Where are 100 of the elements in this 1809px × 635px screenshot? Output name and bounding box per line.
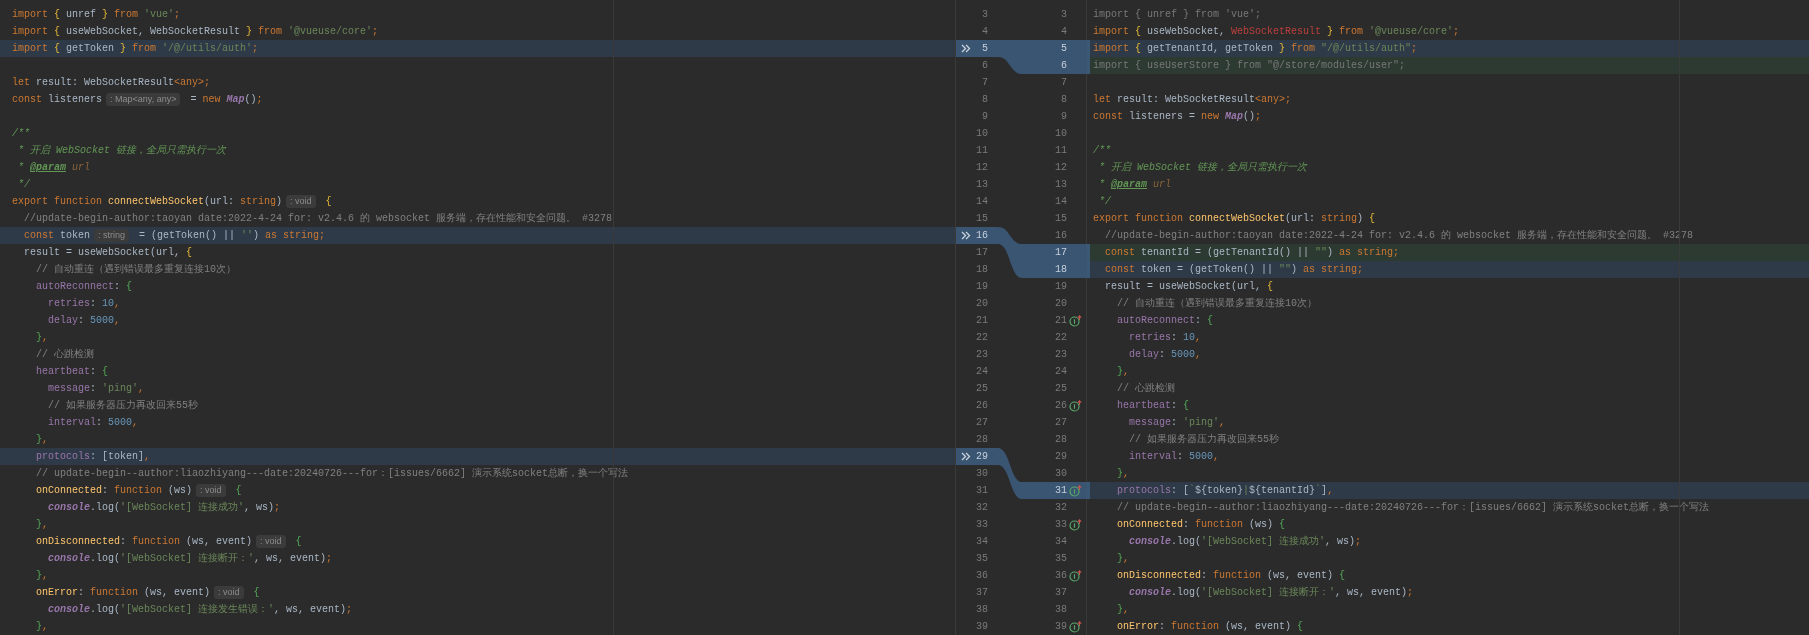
- code-text: export function connectWebSocket(url: string): [12, 195, 283, 209]
- code-text: retries: 10,: [47, 297, 121, 311]
- line-number: 38: [976, 603, 988, 617]
- line-number: 7: [1060, 76, 1067, 90]
- line-number: 35: [976, 552, 988, 566]
- line-number: 12: [1054, 161, 1067, 175]
- line-number: 28: [976, 433, 988, 447]
- line-number: 29: [976, 450, 988, 464]
- code-text: protocols: [`${token}|${tenantId}`],: [1116, 483, 1334, 498]
- code-text: // 心跳检测: [35, 347, 94, 362]
- code-text: protocols: [token],: [35, 450, 151, 464]
- code-text: {: [324, 195, 332, 209]
- line-number: 18: [1054, 263, 1067, 277]
- line-number: 34: [976, 535, 988, 549]
- line-number: 24: [1054, 365, 1067, 379]
- line-number: 15: [976, 212, 988, 226]
- code-text: interval: 5000,: [47, 416, 139, 430]
- line-number: 16: [976, 229, 988, 243]
- code-text: = new Map();: [189, 93, 263, 107]
- code-text: /**: [1093, 144, 1111, 158]
- code-text: },: [1116, 603, 1130, 617]
- line-number: 25: [1054, 382, 1067, 396]
- line-number: 31: [1054, 484, 1067, 498]
- code-text: },: [1116, 365, 1130, 379]
- line-number: 34: [1054, 535, 1067, 549]
- line-number: 14: [1054, 195, 1067, 209]
- line-number: 4: [1060, 25, 1067, 39]
- line-number: 10: [1054, 127, 1067, 141]
- line-number: 21: [1054, 314, 1067, 328]
- type-hint: : void: [256, 535, 286, 548]
- code-text: onDisconnected: function (ws, event): [35, 535, 253, 549]
- code-text: const listeners = new Map();: [1093, 110, 1262, 124]
- code-text: autoReconnect: {: [35, 280, 133, 294]
- code-text: message: 'ping',: [1128, 416, 1226, 430]
- implementation-marker[interactable]: [1068, 314, 1082, 327]
- line-number: 32: [1054, 501, 1067, 515]
- line-number: 28: [1054, 433, 1067, 447]
- line-number: 8: [1060, 93, 1067, 107]
- double-chevron-icon: [961, 44, 971, 53]
- code-text: {: [294, 535, 302, 549]
- type-hint: : void: [196, 484, 226, 497]
- code-text: import { getToken } from '/@/utils/auth';: [12, 42, 259, 56]
- line-number: 9: [1060, 110, 1067, 124]
- code-text: },: [35, 620, 49, 634]
- line-number: 27: [1054, 416, 1067, 430]
- implementation-marker[interactable]: [1068, 399, 1082, 412]
- type-hint: : Map<any, any>: [106, 93, 181, 106]
- code-text: interval: 5000,: [1128, 450, 1220, 464]
- code-text: },: [1116, 467, 1130, 481]
- code-text: //update-begin-author:taoyan date:2022-4-24 for: v2.4.6 的 websocket 服务端，存在性能和安全问题。 #3278: [23, 211, 613, 226]
- code-text: const token: [23, 229, 91, 243]
- code-text: heartbeat: {: [35, 365, 109, 379]
- line-number: 39: [976, 620, 988, 634]
- code-text: = (getToken() || '') as string;: [138, 229, 326, 243]
- implementation-marker[interactable]: [1068, 518, 1082, 531]
- code-text: delay: 5000,: [47, 314, 121, 328]
- line-number: 20: [1054, 297, 1067, 311]
- code-text: const tenantId = (getTenantId() || "") as string;: [1104, 246, 1400, 260]
- line-number: 26: [1054, 399, 1067, 413]
- line-number: 26: [976, 399, 988, 413]
- implementation-marker[interactable]: [1068, 484, 1082, 497]
- code-text: import { unref } from 'vue';: [12, 8, 181, 22]
- implementation-marker[interactable]: [1068, 620, 1082, 633]
- code-text: },: [35, 569, 49, 583]
- code-text: {: [234, 484, 242, 498]
- line-number: 17: [1054, 246, 1067, 260]
- line-number: 31: [976, 484, 988, 498]
- code-text: result = useWebSocket(url, {: [23, 246, 193, 260]
- code-text: delay: 5000,: [1128, 348, 1202, 362]
- implementation-marker[interactable]: [1068, 569, 1082, 582]
- code-text: },: [35, 518, 49, 532]
- type-hint: : string: [94, 229, 130, 242]
- code-text: onDisconnected: function (ws, event) {: [1116, 569, 1346, 583]
- line-number: 7: [981, 76, 988, 90]
- line-number: 23: [976, 348, 988, 362]
- code-text: // 心跳检测: [1116, 381, 1175, 396]
- line-number: 3: [981, 8, 988, 22]
- code-text: heartbeat: {: [1116, 399, 1190, 413]
- line-number: 6: [1060, 59, 1067, 73]
- code-text: */: [1098, 195, 1111, 209]
- double-chevron-icon: [961, 452, 971, 461]
- code-text: //update-begin-author:taoyan date:2022-4-24 for: v2.4.6 的 websocket 服务端，存在性能和安全问题。 #3278: [1104, 228, 1694, 243]
- line-number: 33: [976, 518, 988, 532]
- line-number: 4: [981, 25, 988, 39]
- code-text: import { useWebSocket, WebSocketResult } from '@vueuse/core';: [1093, 25, 1460, 39]
- line-number: 21: [976, 314, 988, 328]
- code-text: // 如果服务器压力再改回来55秒: [1128, 432, 1279, 447]
- code-text: // 如果服务器压力再改回来55秒: [47, 398, 198, 413]
- line-number: 25: [976, 382, 988, 396]
- code-text: console.log('[WebSocket] 连接成功', ws);: [47, 500, 281, 515]
- code-text: onConnected: function (ws): [35, 484, 193, 498]
- line-number: 6: [981, 59, 988, 73]
- line-number: 24: [976, 365, 988, 379]
- line-number: 18: [976, 263, 988, 277]
- line-number: 29: [1054, 450, 1067, 464]
- line-number: 30: [976, 467, 988, 481]
- code-text: let result: WebSocketResult<any>;: [1093, 93, 1292, 107]
- code-text: * @param url: [17, 161, 91, 175]
- line-number: 30: [1054, 467, 1067, 481]
- code-text: export function connectWebSocket(url: string) {: [1093, 212, 1376, 226]
